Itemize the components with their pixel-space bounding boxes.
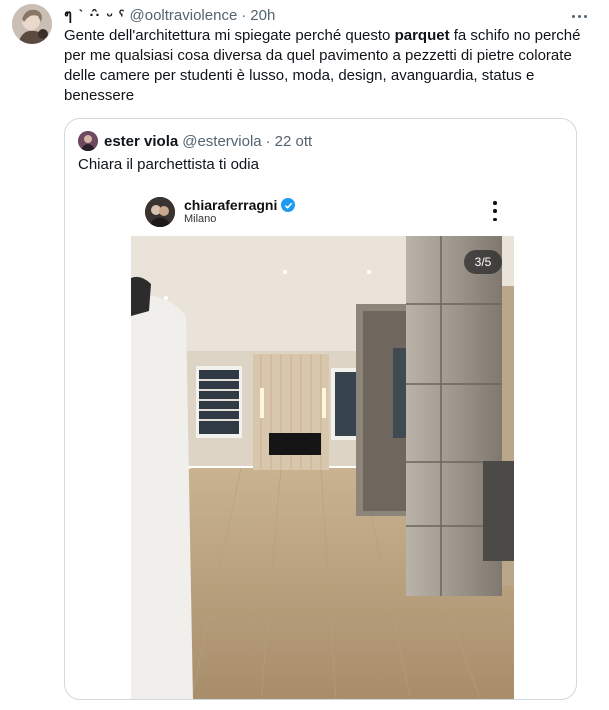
- author-avatar[interactable]: [12, 4, 52, 44]
- instagram-post-header: chiaraferragni Milano: [131, 191, 514, 236]
- quoted-tweet[interactable]: ester viola @esterviola · 22 ott Chiara …: [64, 118, 577, 700]
- ig-username-text: chiaraferragni: [184, 197, 278, 213]
- more-horizontal-icon[interactable]: [569, 6, 589, 26]
- quoted-media[interactable]: chiaraferragni Milano 3/5: [131, 191, 514, 699]
- tweet[interactable]: ๆ ˋ ·̂· ᵕ ˁ @ooltraviolence · 20h Gente …: [0, 0, 609, 710]
- ig-username: chiaraferragni: [184, 197, 296, 213]
- tweet-text: Gente dell'architettura mi spiegate perc…: [64, 26, 584, 106]
- quoted-time[interactable]: 22 ott: [275, 133, 313, 150]
- quoted-avatar[interactable]: [78, 131, 98, 151]
- ig-avatar: [145, 197, 175, 227]
- author-name[interactable]: ๆ ˋ ·̂· ᵕ ˁ: [64, 6, 126, 26]
- quoted-author-name[interactable]: ester viola: [104, 133, 178, 150]
- quoted-header: ester viola @esterviola · 22 ott: [78, 131, 312, 151]
- slide-counter: 3/5: [464, 250, 502, 274]
- tweet-text-bold: parquet: [394, 27, 450, 44]
- verified-badge-icon: [281, 198, 296, 212]
- ig-location: Milano: [184, 213, 217, 225]
- tweet-header: ๆ ˋ ·̂· ᵕ ˁ @ooltraviolence · 20h: [64, 6, 601, 26]
- more-vertical-icon: [492, 201, 498, 221]
- separator-dot: ·: [241, 7, 247, 24]
- author-handle[interactable]: @ooltraviolence: [130, 6, 238, 26]
- separator-dot: ·: [265, 132, 271, 150]
- quoted-text: Chiara il parchettista ti odia: [78, 156, 259, 173]
- quoted-author-handle[interactable]: @esterviola: [182, 133, 261, 150]
- tweet-text-part: Gente dell'architettura mi spiegate perc…: [64, 27, 395, 44]
- tweet-time[interactable]: 20h: [250, 6, 275, 26]
- interior-photo: [131, 236, 514, 699]
